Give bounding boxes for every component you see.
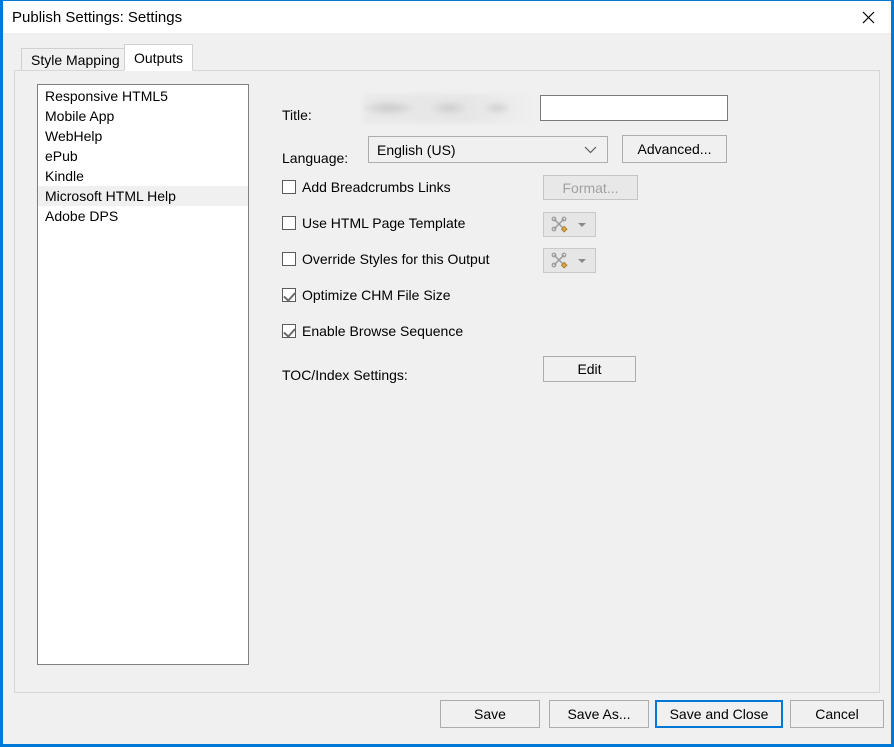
chevron-down-icon <box>584 146 597 153</box>
publish-settings-dialog: Publish Settings: Settings Style Mapping… <box>0 0 894 747</box>
checkbox-label: Optimize CHM File Size <box>302 287 451 303</box>
advanced-button-label: Advanced... <box>637 141 712 157</box>
save-as-button[interactable]: Save As... <box>549 700 649 728</box>
tools-icon <box>551 252 568 269</box>
list-item-label: Mobile App <box>45 108 115 124</box>
checkbox-add-breadcrumbs-links[interactable]: Add Breadcrumbs Links <box>282 179 451 195</box>
format-button-label: Format... <box>562 179 619 196</box>
list-item[interactable]: Responsive HTML5 <box>38 86 248 106</box>
checkbox-label: Use HTML Page Template <box>302 215 466 231</box>
format-button: Format... <box>543 175 638 200</box>
title-bar: Publish Settings: Settings <box>3 1 891 33</box>
language-select[interactable]: English (US) <box>368 136 608 163</box>
tab-strip: Style Mapping Outputs <box>14 44 880 71</box>
page-template-tools-dropdown[interactable] <box>543 212 596 237</box>
advanced-button[interactable]: Advanced... <box>622 135 727 163</box>
tab-outputs[interactable]: Outputs <box>124 44 194 71</box>
save-and-close-button-label: Save and Close <box>669 706 769 722</box>
list-item-label: Kindle <box>45 168 84 184</box>
checkbox-optimize-chm-file-size[interactable]: Optimize CHM File Size <box>282 287 451 303</box>
language-label: Language: <box>282 150 349 166</box>
close-icon <box>862 11 874 23</box>
list-item-selected[interactable]: Microsoft HTML Help <box>38 186 248 206</box>
edit-button-label: Edit <box>577 361 602 377</box>
checkbox-box[interactable] <box>282 252 296 266</box>
cancel-button-label: Cancel <box>815 706 859 722</box>
list-item-label: Microsoft HTML Help <box>45 188 176 204</box>
checkbox-override-styles-for-this-output[interactable]: Override Styles for this Output <box>282 251 490 267</box>
edit-button[interactable]: Edit <box>543 356 636 382</box>
window-title: Publish Settings: Settings <box>12 8 183 26</box>
checkbox-label: Override Styles for this Output <box>302 251 490 267</box>
tab-style-mapping[interactable]: Style Mapping <box>21 48 130 70</box>
redacted-title-text <box>363 94 535 123</box>
tab-style-mapping-label: Style Mapping <box>31 51 120 68</box>
tab-outputs-label: Outputs <box>134 49 184 66</box>
cancel-button[interactable]: Cancel <box>790 700 884 728</box>
output-type-listbox[interactable]: Responsive HTML5 Mobile App WebHelp ePub… <box>37 84 249 665</box>
checkbox-box[interactable] <box>282 180 296 194</box>
save-and-close-button[interactable]: Save and Close <box>655 700 783 728</box>
list-item[interactable]: Adobe DPS <box>38 206 248 226</box>
override-styles-tools-dropdown[interactable] <box>543 248 596 273</box>
save-as-button-label: Save As... <box>567 706 631 722</box>
tools-icon <box>551 216 568 233</box>
close-button[interactable] <box>845 1 891 33</box>
list-item-label: Responsive HTML5 <box>45 88 168 104</box>
output-settings-form: Title: Language: English (US) Advanced..… <box>258 71 878 691</box>
list-item[interactable]: WebHelp <box>38 126 248 146</box>
list-item[interactable]: Mobile App <box>38 106 248 126</box>
dialog-footer: Save Save As... Save and Close Cancel <box>3 692 891 744</box>
list-item[interactable]: Kindle <box>38 166 248 186</box>
toc-index-settings-label: TOC/Index Settings: <box>282 367 408 383</box>
list-item-label: WebHelp <box>45 128 103 144</box>
save-button[interactable]: Save <box>440 700 540 728</box>
save-button-label: Save <box>474 706 506 722</box>
title-label: Title: <box>282 107 312 123</box>
checkbox-use-html-page-template[interactable]: Use HTML Page Template <box>282 215 465 231</box>
outputs-tab-panel: Responsive HTML5 Mobile App WebHelp ePub… <box>14 70 880 693</box>
list-item[interactable]: ePub <box>38 146 248 166</box>
checkbox-box[interactable] <box>282 288 296 302</box>
chevron-down-icon <box>578 258 586 263</box>
title-input[interactable] <box>540 95 728 121</box>
checkbox-label: Add Breadcrumbs Links <box>302 179 451 195</box>
chevron-down-icon <box>578 222 586 227</box>
list-item-label: Adobe DPS <box>45 208 119 224</box>
checkbox-label: Enable Browse Sequence <box>302 323 464 339</box>
language-selected-value: English (US) <box>377 141 456 158</box>
checkbox-enable-browse-sequence[interactable]: Enable Browse Sequence <box>282 323 463 339</box>
list-item-label: ePub <box>45 148 78 164</box>
checkbox-box[interactable] <box>282 324 296 338</box>
checkbox-box[interactable] <box>282 216 296 230</box>
